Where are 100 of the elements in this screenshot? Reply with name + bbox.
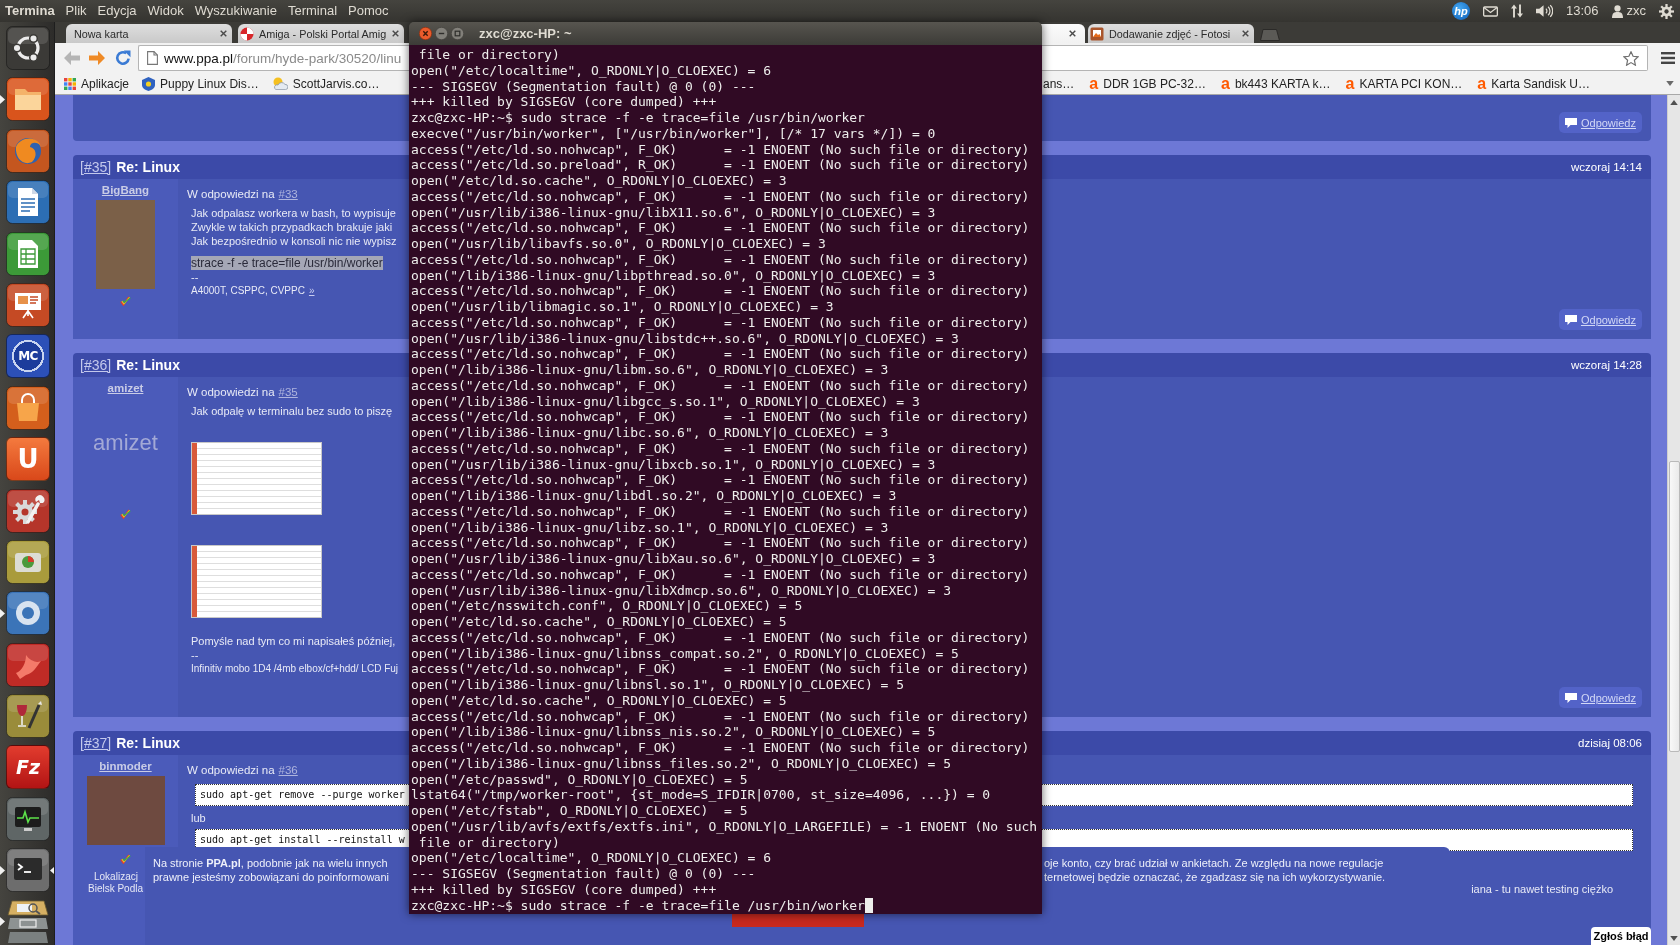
terminal-line: open("/lib/i386-linux-gnu/libdl.so.2", O_RDONLY|O_CLOEXEC) = 3 <box>411 488 897 504</box>
reload-icon[interactable] <box>115 50 131 66</box>
menu-item[interactable]: Wyszukiwanie <box>194 3 277 19</box>
terminal-line: file or directory) <box>417 834 560 851</box>
bookmark-link[interactable]: a bk443 KARTA k… <box>1220 76 1331 91</box>
volume-icon[interactable] <box>1535 4 1553 18</box>
post-number-link[interactable]: [#36] <box>80 357 112 373</box>
close-tab-icon[interactable] <box>1069 30 1076 37</box>
app-button[interactable]: Fz <box>6 745 50 790</box>
signature-text: A4000T, CSPPC, CVPPC » <box>191 284 315 297</box>
bookmark-link[interactable]: a Karta Sandisk U… <box>1477 76 1590 91</box>
signature-separator: -- <box>191 648 199 662</box>
network-icon[interactable] <box>1510 4 1523 18</box>
settings-icon[interactable] <box>1659 3 1674 19</box>
username-link[interactable]: binmoder <box>99 759 152 773</box>
pulse-monitor-icon[interactable] <box>6 796 50 841</box>
bookmark-link[interactable]: a DDR 1GB PC-32… <box>1089 76 1206 91</box>
banner-text: Na stronie PPA.pl, podobnie jak na wielu innych <box>153 856 388 870</box>
menu-item[interactable]: Pomoc <box>348 3 389 19</box>
star-icon[interactable] <box>1623 50 1639 66</box>
stacked-tiles-icon[interactable] <box>6 899 50 944</box>
pie-chart-icon[interactable] <box>6 539 50 584</box>
clock[interactable]: 13:06 <box>1565 3 1599 19</box>
menu-icon[interactable] <box>1661 52 1675 64</box>
reply-to-text: W odpowiedzi na #33 <box>187 187 298 201</box>
post-text: lub <box>191 811 206 825</box>
terminal-line: +++ killed by SIGSEGV (core dumped) +++ <box>411 881 717 898</box>
terminal-line: open("/lib/i386-linux-gnu/libnsl.so.1", O_RDONLY|O_CLOEXEC) = 5 <box>411 677 905 693</box>
reply-to-text: W odpowiedzi na #35 <box>187 385 298 399</box>
speech-bubble-icon <box>1564 117 1577 128</box>
scroll-down-icon[interactable] <box>1670 936 1678 941</box>
browser-tab[interactable] <box>1041 24 1085 43</box>
post-date: wczoraj 14:28 <box>1571 359 1642 371</box>
close-tab-icon[interactable] <box>392 30 399 37</box>
post-text: iana - tu nawet testing ciężko <box>1471 882 1613 896</box>
user-icon[interactable] <box>1611 4 1623 18</box>
terminal-line: access("/etc/ld.so.nohwcap", F_OK) = -1 ENOENT (No such file or directory) <box>411 440 1030 457</box>
browser-tab[interactable]: Nowa karta <box>66 24 232 43</box>
post-text: Jak odpalasz workera w bash, to wypisuje <box>191 206 396 220</box>
window-title: zxc@zxc-HP: ~ <box>479 26 572 41</box>
scroll-up-icon[interactable] <box>1670 100 1678 105</box>
banner-text: oje konto, czy brać udział w ankietach. Ze względu na nowe regulacje <box>1044 856 1384 870</box>
wrench-gear-icon[interactable] <box>6 488 50 533</box>
username-link[interactable]: amizet <box>107 381 144 395</box>
bookmark-link[interactable]: ans… <box>1043 76 1075 91</box>
signature-link[interactable]: » <box>308 285 315 296</box>
glass-brush-icon[interactable] <box>6 694 50 739</box>
minimize-icon[interactable] <box>435 27 448 40</box>
text-cursor <box>864 897 873 913</box>
terminal-line: --- SIGSEGV (Segmentation fault) @ 0 (0) --- <box>411 78 756 95</box>
bookmark-link[interactable]: Puppy Linux Dis… <box>142 76 259 91</box>
ring-icon[interactable] <box>6 591 50 636</box>
post-number-link[interactable]: [#35] <box>80 159 112 175</box>
address-field[interactable]: www.ppa.pl/forum/hyde-park/30520/linu <box>138 45 409 71</box>
banner-text: prawne jesteśmy zobowiązani do poinformowani <box>153 870 389 884</box>
close-tab-icon[interactable] <box>220 30 227 37</box>
shopping-bag-icon[interactable] <box>6 385 50 430</box>
terminal-icon[interactable] <box>6 848 50 893</box>
close-icon[interactable] <box>419 27 432 40</box>
folder-icon[interactable] <box>6 77 50 122</box>
username-link[interactable]: BigBang <box>101 183 150 197</box>
close-tab-icon[interactable] <box>1242 30 1249 37</box>
terminal-line: open("/lib/i386-linux-gnu/libnss_files.so.2", O_RDONLY|O_CLOEXEC) = 5 <box>411 755 952 772</box>
wing-icon[interactable] <box>6 642 50 687</box>
bookmark-link[interactable]: a KARTA PCI KON… <box>1345 76 1463 91</box>
terminal-line: open("/etc/ld.so.cache", O_RDONLY|O_CLOEXEC) = 3 <box>411 173 787 189</box>
spreadsheet-icon[interactable] <box>6 231 50 276</box>
bookmark-link[interactable]: Aplikacje <box>64 76 130 91</box>
mail-icon[interactable] <box>1482 5 1498 17</box>
menu-item[interactable]: Terminal <box>287 3 338 19</box>
reply-button[interactable]: Odpowiedz <box>1558 112 1642 133</box>
site-logo: a <box>1220 76 1230 91</box>
user-name[interactable]: zxc <box>1626 3 1646 19</box>
maximize-icon[interactable] <box>451 27 464 40</box>
shield-icon <box>142 76 156 91</box>
menu-item[interactable]: Edycja <box>97 3 137 19</box>
app-button[interactable]: MC <box>6 334 50 379</box>
terminal-line: access("/etc/ld.so.nohwcap", F_OK) = -1 ENOENT (No such file or directory) <box>411 740 1030 756</box>
dropdown-arrow-icon[interactable] <box>1666 81 1674 86</box>
presentation-icon[interactable] <box>6 282 50 327</box>
menu-item[interactable]: Plik <box>65 3 87 19</box>
browser-tab[interactable]: Amiga - Polski Portal Amig <box>238 24 404 43</box>
reply-button[interactable]: Odpowiedz <box>1558 309 1642 330</box>
post-date: wczoraj 14:14 <box>1571 161 1642 173</box>
checkered-ball-icon <box>240 26 254 41</box>
document-icon[interactable] <box>6 180 50 225</box>
post-number-link[interactable]: [#37] <box>80 735 112 751</box>
ring-logo-icon[interactable] <box>6 26 50 70</box>
reply-button[interactable]: Odpowiedz <box>1558 687 1642 708</box>
report-button[interactable]: Zgłoś błąd <box>1591 927 1651 945</box>
scrollbar-thumb[interactable] <box>1668 461 1680 752</box>
globe-icon[interactable] <box>6 128 50 173</box>
menu-item[interactable]: Widok <box>147 3 184 19</box>
post-text: Zwykle w takich przypadkach brakuje jaki <box>191 220 393 234</box>
screenshot-thumbnail[interactable] <box>191 442 322 515</box>
screenshot-thumbnail[interactable] <box>191 545 322 618</box>
picture-icon <box>1090 26 1104 41</box>
bookmark-link[interactable]: ScottJarvis.co… <box>271 76 380 91</box>
browser-tab[interactable]: Dodawanie zdjęć - Fotosi <box>1088 24 1254 43</box>
terminal-line: open("/lib/i386-linux-gnu/libnss_nis.so.2", O_RDONLY|O_CLOEXEC) = 5 <box>411 724 936 740</box>
